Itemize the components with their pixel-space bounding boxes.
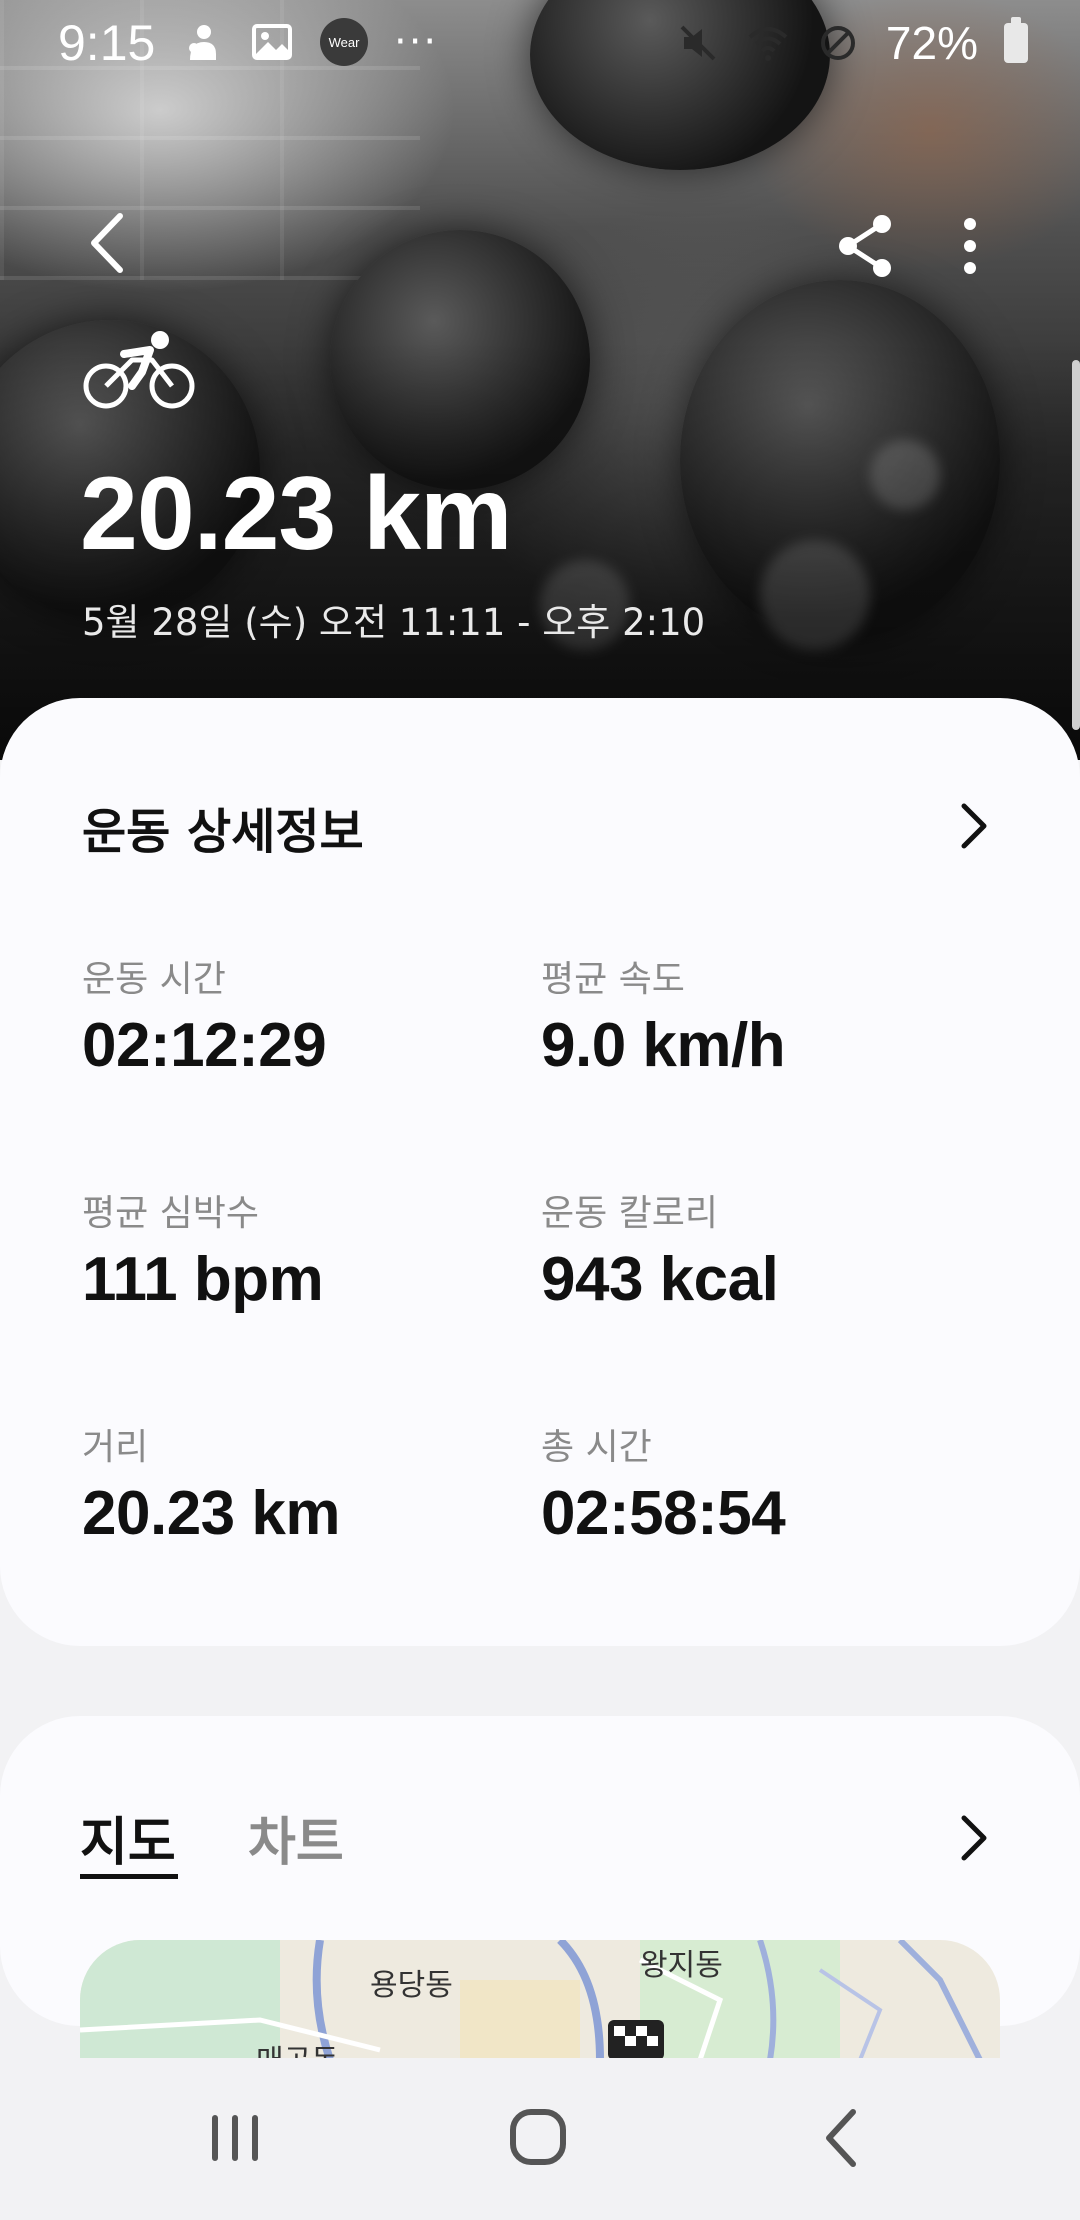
stat-label-total-time: 총 시간 bbox=[541, 1427, 652, 1468]
wear-app-icon: Wear bbox=[320, 18, 368, 66]
stat-value-avg-heart-rate: 111 bpm bbox=[82, 1245, 324, 1314]
status-time: 9:15 bbox=[58, 15, 156, 71]
map-chevron-right-icon[interactable] bbox=[948, 1808, 998, 1868]
cycling-icon bbox=[83, 331, 195, 409]
battery-icon bbox=[1004, 17, 1028, 63]
tab-map-underline bbox=[80, 1874, 178, 1879]
distance-title: 20.23 km bbox=[80, 456, 512, 572]
stat-label-distance: 거리 bbox=[82, 1427, 149, 1468]
stat-label-calories: 운동 칼로리 bbox=[541, 1193, 719, 1234]
map-label-wangji: 왕지동 bbox=[640, 1948, 723, 1983]
tab-map[interactable]: 지도 bbox=[80, 1800, 176, 1875]
stat-label-avg-speed: 평균 속도 bbox=[541, 959, 685, 1000]
wear-label: Wear bbox=[328, 34, 360, 50]
mute-icon bbox=[680, 25, 716, 61]
more-options-button[interactable] bbox=[950, 210, 990, 280]
route-map[interactable]: 용당동 왕지동 매곡동 bbox=[80, 1940, 1000, 2060]
map-label-yongdang: 용당동 bbox=[370, 1968, 453, 2003]
back-button[interactable] bbox=[80, 208, 140, 278]
signal-blocked-icon bbox=[820, 26, 855, 60]
stat-label-avg-heart-rate: 평균 심박수 bbox=[82, 1193, 260, 1234]
person-notification-icon bbox=[189, 25, 216, 60]
stat-value-total-time: 02:58:54 bbox=[541, 1479, 786, 1548]
workout-date-range: 5월 28일 (수) 오전 11:11 - 오후 2:10 bbox=[82, 601, 706, 644]
more-notifications-icon: ··· bbox=[394, 19, 439, 65]
notification-icons: Wear ··· bbox=[180, 18, 438, 66]
stat-value-distance: 20.23 km bbox=[82, 1479, 341, 1548]
status-bar: 9:15 Wear ··· 72% bbox=[0, 0, 1080, 80]
finish-flag-icon bbox=[608, 2020, 664, 2060]
tab-chart[interactable]: 차트 bbox=[248, 1800, 344, 1875]
map-background bbox=[80, 1940, 983, 2060]
system-icons: 72% bbox=[676, 16, 1028, 70]
battery-percent: 72% bbox=[885, 17, 978, 69]
stat-value-avg-speed: 9.0 km/h bbox=[541, 1011, 786, 1080]
gallery-icon bbox=[252, 24, 292, 60]
system-back-button[interactable] bbox=[795, 2098, 885, 2178]
recent-apps-button[interactable] bbox=[190, 2098, 280, 2178]
share-button[interactable] bbox=[836, 210, 896, 280]
stat-label-exercise-time: 운동 시간 bbox=[82, 959, 226, 1000]
stat-value-calories: 943 kcal bbox=[541, 1245, 779, 1314]
system-navigation-bar bbox=[0, 2058, 1080, 2220]
wifi-icon bbox=[748, 27, 788, 61]
details-chevron-right-icon[interactable] bbox=[948, 796, 998, 856]
scrollbar[interactable] bbox=[1072, 360, 1080, 730]
workout-details-title[interactable]: 운동 상세정보 bbox=[82, 792, 364, 862]
map-label-maegok: 매곡동 bbox=[256, 2036, 339, 2060]
stat-value-exercise-time: 02:12:29 bbox=[82, 1011, 327, 1080]
home-button[interactable] bbox=[493, 2098, 583, 2178]
